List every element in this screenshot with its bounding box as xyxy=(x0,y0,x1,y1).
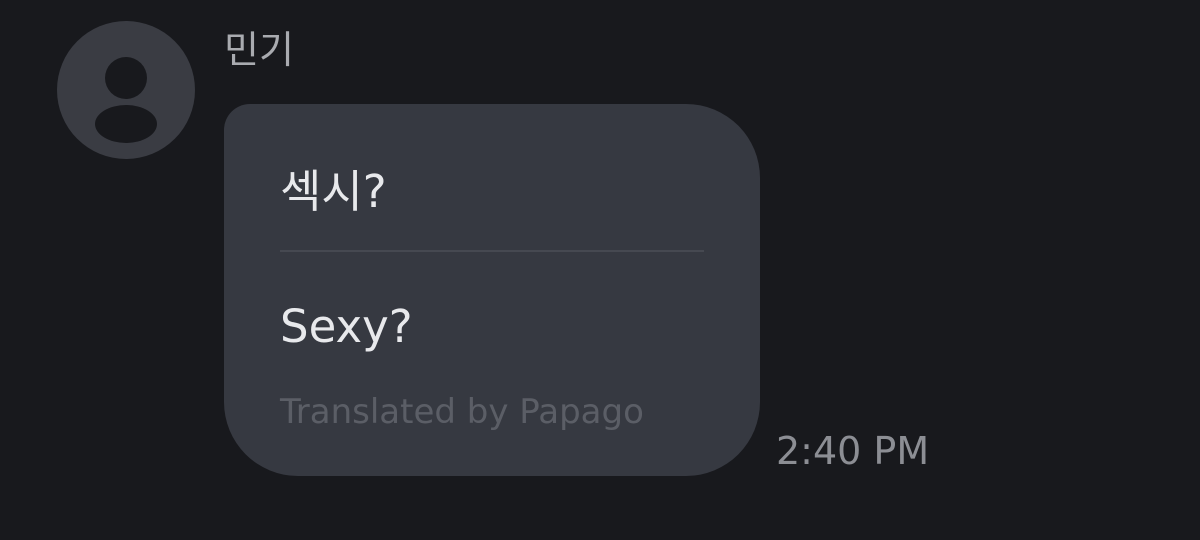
message-bubble[interactable]: 섹시? Sexy? Translated by Papago xyxy=(224,104,760,476)
translation-credit: Translated by Papago xyxy=(280,392,644,432)
translated-message-text: Sexy? xyxy=(280,300,413,353)
sender-avatar[interactable] xyxy=(57,21,195,159)
person-silhouette-icon xyxy=(95,57,157,143)
translation-divider xyxy=(280,250,704,252)
original-message-text: 섹시? xyxy=(280,165,387,218)
sender-name: 민기 xyxy=(224,28,294,72)
message-timestamp: 2:40 PM xyxy=(776,429,930,473)
